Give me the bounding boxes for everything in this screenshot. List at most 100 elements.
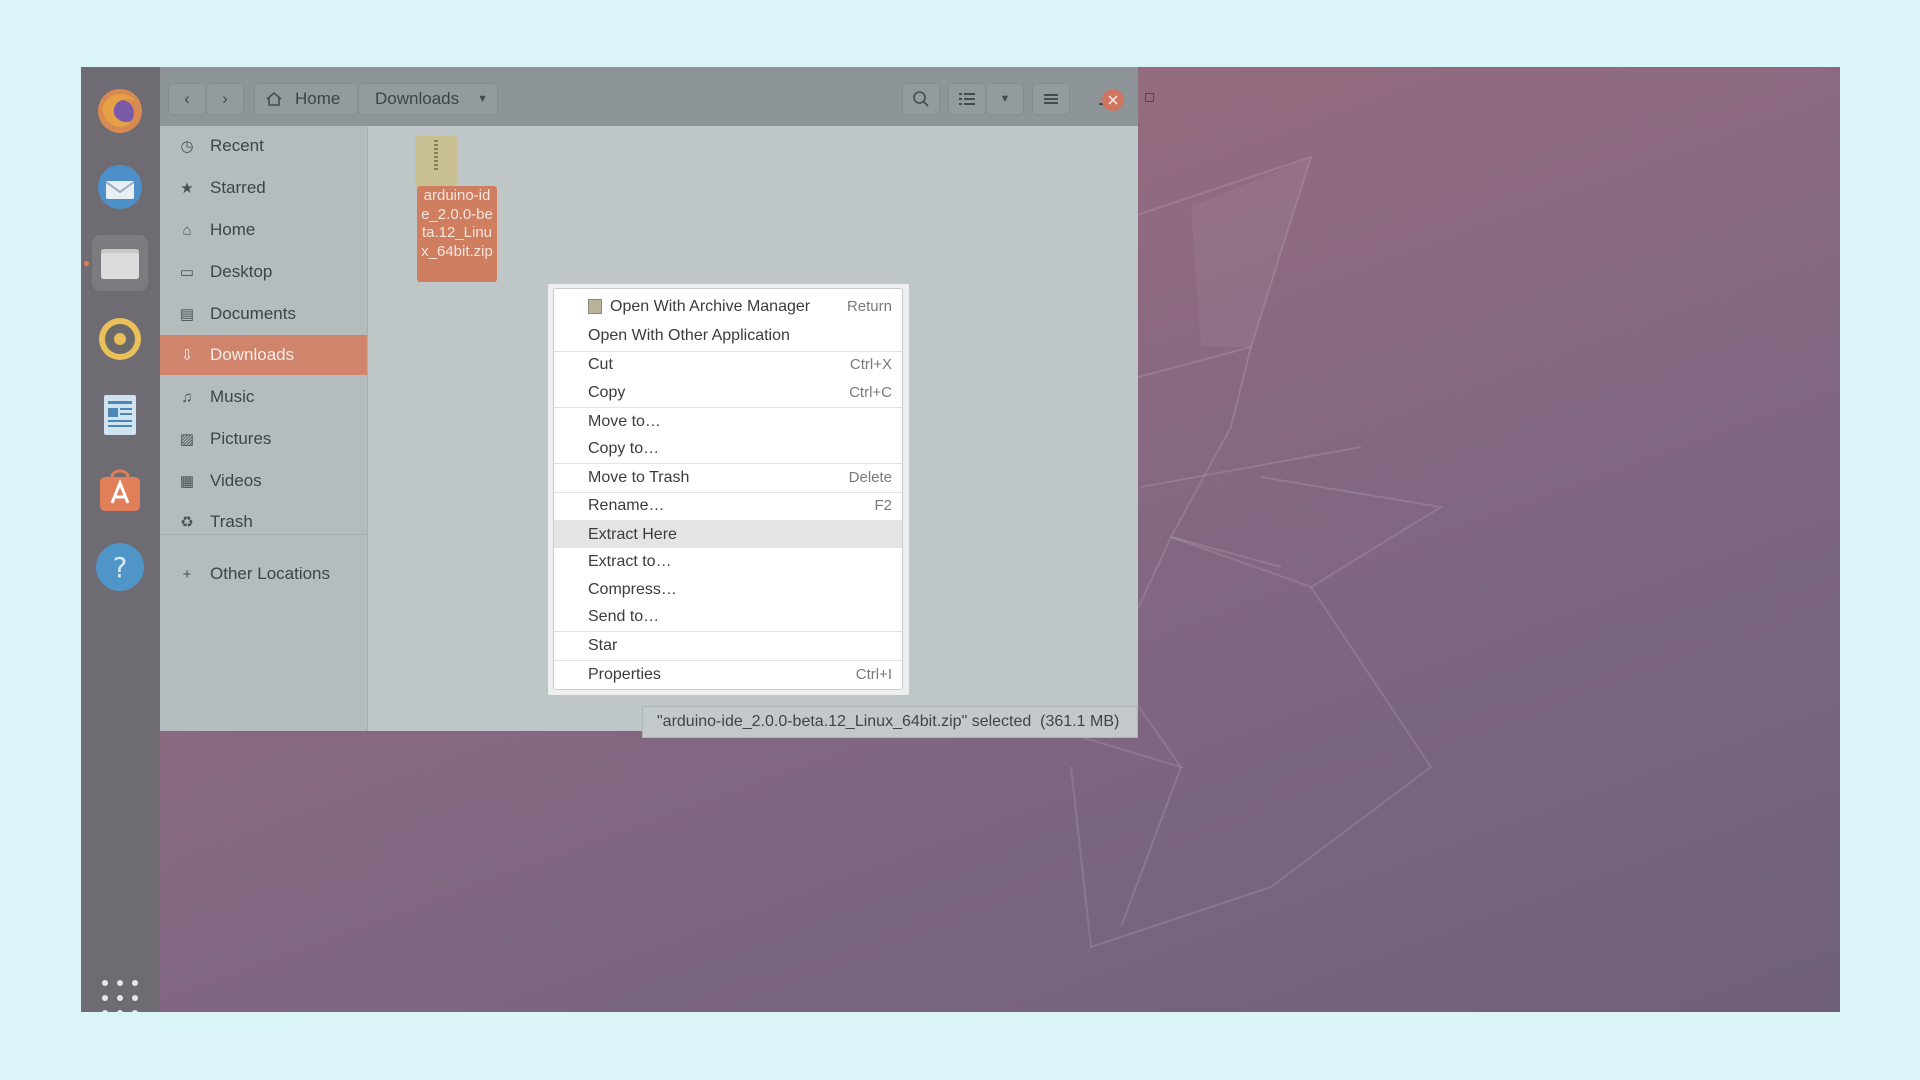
sidebar-item-label: Music <box>210 387 255 406</box>
sidebar-item-label: Desktop <box>210 262 273 281</box>
zip-file-icon[interactable] <box>415 136 457 188</box>
menu-item-properties[interactable]: Properties Ctrl+I <box>554 661 902 688</box>
menu-item-label: Rename… <box>588 496 665 514</box>
sidebar-item-other-locations[interactable]: + Other Locations <box>160 554 367 594</box>
menu-item-label: Move to… <box>588 412 661 430</box>
sidebar-item-label: Other Locations <box>210 564 331 583</box>
close-icon <box>1108 95 1118 105</box>
rhythmbox-launcher[interactable] <box>92 311 148 367</box>
menu-item-rename[interactable]: Rename… F2 <box>554 492 902 519</box>
breadcrumb-home-label: Home <box>295 89 341 108</box>
list-view-button[interactable] <box>948 83 986 115</box>
menu-item-label: Extract to… <box>588 552 672 570</box>
breadcrumb-downloads[interactable]: Downloads ▼ <box>358 83 498 115</box>
maximize-icon <box>1145 93 1154 102</box>
sidebar-item-label: Pictures <box>210 429 272 448</box>
firefox-icon <box>98 89 142 133</box>
menu-item-label: Cut <box>588 355 613 373</box>
running-indicator <box>84 261 89 266</box>
search-icon <box>913 91 929 107</box>
file-name-label[interactable]: arduino-ide_2.0.0-beta.12_Linux_64bit.zi… <box>417 186 497 282</box>
svg-text:?: ? <box>113 551 128 584</box>
sidebar: ◷ Recent ★ Starred ⌂ Home ▭ Desktop ▤ Do… <box>160 126 368 731</box>
menu-item-copy[interactable]: Copy Ctrl+C <box>554 379 902 406</box>
menu-item-compress[interactable]: Compress… <box>554 576 902 603</box>
sidebar-item-label: Home <box>210 220 256 239</box>
menu-item-copy-to[interactable]: Copy to… <box>554 435 902 462</box>
menu-item-label: Move to Trash <box>588 468 690 486</box>
forward-button[interactable]: › <box>206 83 244 115</box>
menu-item-accel: Return <box>846 298 892 315</box>
menu-item-star[interactable]: Star <box>554 632 902 659</box>
menu-item-open-archive-manager[interactable]: Open With Archive Manager Return <box>554 293 902 320</box>
video-icon: ▦ <box>179 473 195 490</box>
download-icon: ⇩ <box>180 347 194 364</box>
home-icon <box>266 91 282 106</box>
files-launcher[interactable] <box>92 235 148 291</box>
software-store-icon <box>100 469 140 511</box>
menu-item-extract-here[interactable]: Extract Here <box>554 521 902 548</box>
music-icon: ♫ <box>181 388 193 406</box>
sidebar-item-desktop[interactable]: ▭ Desktop <box>160 252 367 292</box>
help-launcher[interactable]: ? <box>92 539 148 595</box>
help-icon: ? <box>96 543 144 591</box>
sidebar-item-label: Starred <box>210 178 266 197</box>
sidebar-item-videos[interactable]: ▦ Videos <box>160 461 367 501</box>
menu-item-open-other-application[interactable]: Open With Other Application <box>554 322 902 349</box>
menu-item-label: Open With Archive Manager <box>610 297 811 315</box>
firefox-launcher[interactable] <box>92 83 148 139</box>
menu-item-extract-to[interactable]: Extract to… <box>554 548 902 575</box>
menu-item-label: Compress… <box>588 580 677 598</box>
home-icon: ⌂ <box>182 221 192 239</box>
sidebar-item-music[interactable]: ♫ Music <box>160 377 367 417</box>
sidebar-item-pictures[interactable]: ▨ Pictures <box>160 419 367 459</box>
menu-item-send-to[interactable]: Send to… <box>554 603 902 630</box>
menu-item-accel: Delete <box>848 469 892 486</box>
sidebar-item-home[interactable]: ⌂ Home <box>160 210 367 250</box>
sidebar-divider <box>160 534 367 535</box>
desktop: ? ‹ › Home Downloads ▼ ▼ ◷ Recent ★ Star… <box>81 67 1840 1012</box>
breadcrumb-home[interactable]: Home <box>254 83 358 115</box>
forward-arrow-icon: › <box>222 89 228 108</box>
menu-item-label: Open With Other Application <box>588 326 790 344</box>
breadcrumb-downloads-label: Downloads <box>375 89 460 108</box>
menu-item-accel: F2 <box>874 497 892 514</box>
back-arrow-icon: ‹ <box>184 89 190 108</box>
folder-icon <box>101 249 139 279</box>
sidebar-item-downloads[interactable]: ⇩ Downloads <box>160 335 367 375</box>
menu-item-move-to-trash[interactable]: Move to Trash Delete <box>554 464 902 491</box>
menu-item-move-to[interactable]: Move to… <box>554 408 902 435</box>
maximize-button[interactable] <box>1135 83 1165 113</box>
thunderbird-launcher[interactable] <box>92 159 148 215</box>
text-document-icon <box>104 395 136 435</box>
menu-item-label: Star <box>588 636 618 654</box>
show-applications-button[interactable] <box>102 980 138 1012</box>
speaker-icon <box>99 318 141 360</box>
writer-launcher[interactable] <box>92 387 148 443</box>
list-view-icon <box>959 93 975 105</box>
status-bar: "arduino-ide_2.0.0-beta.12_Linux_64bit.z… <box>642 706 1138 738</box>
software-launcher[interactable] <box>92 463 148 519</box>
menu-button[interactable] <box>1032 83 1070 115</box>
sidebar-item-label: Downloads <box>210 345 295 364</box>
sidebar-item-starred[interactable]: ★ Starred <box>160 168 367 208</box>
back-button[interactable]: ‹ <box>168 83 206 115</box>
menu-item-label: Send to… <box>588 607 660 625</box>
sidebar-item-recent[interactable]: ◷ Recent <box>160 126 367 166</box>
chevron-down-icon: ▼ <box>999 93 1011 105</box>
sidebar-item-documents[interactable]: ▤ Documents <box>160 294 367 334</box>
menu-item-label: Properties <box>588 665 661 683</box>
sidebar-item-trash[interactable]: ♻ Trash <box>160 502 367 542</box>
menu-item-accel: Ctrl+I <box>855 666 892 683</box>
menu-item-cut[interactable]: Cut Ctrl+X <box>554 351 902 378</box>
zipper-icon <box>434 140 438 170</box>
menu-item-label: Copy <box>588 383 626 401</box>
view-options-button[interactable]: ▼ <box>986 83 1024 115</box>
dock: ? <box>81 67 160 1012</box>
search-button[interactable] <box>902 83 940 115</box>
sidebar-item-label: Documents <box>210 304 296 323</box>
chevron-down-icon: ▼ <box>477 93 488 105</box>
sidebar-item-label: Videos <box>210 471 262 490</box>
star-icon: ★ <box>180 180 194 197</box>
close-button[interactable] <box>1102 89 1124 111</box>
